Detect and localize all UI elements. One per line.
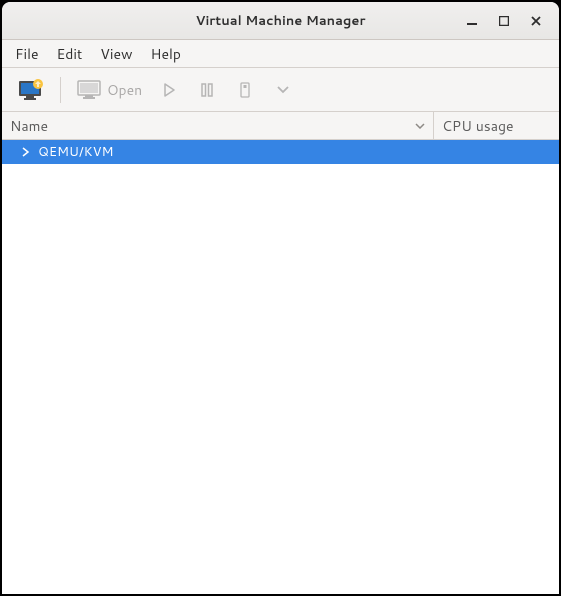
open-label: Open: [107, 80, 142, 100]
play-icon: [162, 83, 176, 97]
column-header-cpu[interactable]: CPU usage: [434, 112, 559, 139]
column-header-name[interactable]: Name: [2, 112, 434, 139]
minimize-button[interactable]: [463, 12, 481, 30]
expand-chevron-icon[interactable]: [22, 147, 34, 157]
sort-indicator-icon: [415, 123, 425, 129]
titlebar: Virtual Machine Manager: [2, 2, 559, 40]
column-header-cpu-label: CPU usage: [442, 116, 514, 136]
run-vm-button[interactable]: [152, 74, 186, 106]
monitor-icon: [77, 80, 101, 100]
chevron-down-icon: [277, 86, 289, 94]
shutdown-menu-button[interactable]: [266, 74, 300, 106]
shutdown-vm-button[interactable]: [228, 74, 262, 106]
minimize-icon: [467, 16, 477, 26]
connection-label: QEMU/KVM: [38, 143, 113, 161]
shutdown-icon: [238, 82, 252, 98]
new-vm-icon: [18, 79, 44, 101]
close-icon: [531, 16, 541, 26]
connection-row[interactable]: QEMU/KVM: [2, 140, 559, 164]
menu-view[interactable]: View: [91, 40, 141, 68]
menubar: File Edit View Help: [2, 40, 559, 68]
open-vm-button[interactable]: Open: [71, 74, 148, 106]
pause-icon: [200, 83, 214, 97]
close-button[interactable]: [527, 12, 545, 30]
maximize-button[interactable]: [495, 12, 513, 30]
new-vm-button[interactable]: [12, 74, 50, 106]
window-controls: [463, 2, 553, 39]
menu-edit[interactable]: Edit: [48, 40, 92, 68]
menu-help[interactable]: Help: [142, 40, 190, 68]
menu-file[interactable]: File: [6, 40, 48, 68]
toolbar-separator: [60, 77, 61, 103]
vm-list[interactable]: QEMU/KVM: [2, 140, 559, 594]
app-window: Virtual Machine Manager File Edit View H…: [2, 2, 559, 594]
maximize-icon: [499, 16, 509, 26]
column-header-name-label: Name: [10, 116, 48, 136]
toolbar: Open: [2, 68, 559, 112]
pause-vm-button[interactable]: [190, 74, 224, 106]
column-headers: Name CPU usage: [2, 112, 559, 140]
